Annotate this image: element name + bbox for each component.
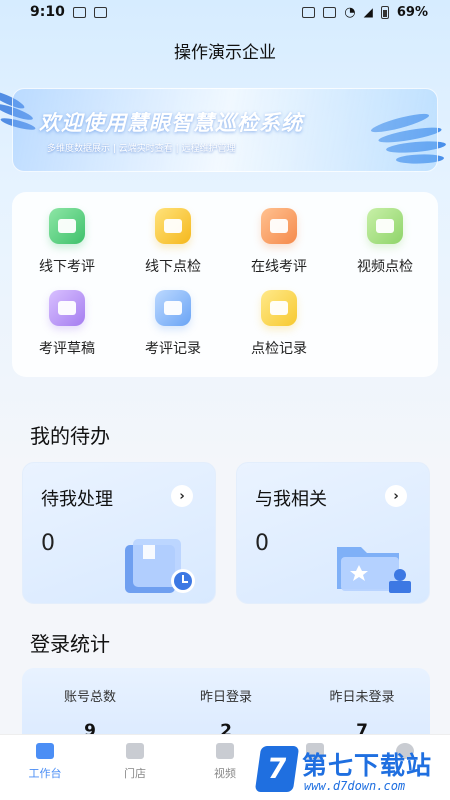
function-video-inspection[interactable]: 视频点检 [340,208,430,278]
nav-label: 工作台 [28,767,62,780]
video-play-icon [367,208,403,244]
folder-clock-icon [125,539,195,593]
todo-count: 0 [255,531,269,556]
nav-label: 门店 [124,767,146,780]
stat-not-logged-in-yesterday[interactable]: 昨日未登录 7 [294,686,430,741]
function-online-evaluation[interactable]: 在线考评 [234,208,324,278]
video-icon [216,743,234,759]
nav-item-workbench[interactable]: 工作台 [10,743,80,781]
todo-card-title: 待我处理 [41,489,113,510]
signal-icon: ◢ [363,5,373,19]
function-evaluation-records[interactable]: 考评记录 [128,290,218,360]
nfc-icon [302,6,316,18]
video-camera-icon [261,208,297,244]
nav-item-video[interactable]: 视频 [190,743,260,781]
login-stats-title: 登录统计 [30,632,110,656]
battery-level: 69% [396,4,428,20]
stat-logged-in-yesterday[interactable]: 昨日登录 2 [158,686,294,741]
function-evaluation-draft[interactable]: 考评草稿 [22,290,112,360]
stat-label: 昨日未登录 [329,690,395,705]
function-label: 线下考评 [39,259,95,275]
todo-section-title: 我的待办 [30,424,110,448]
store-icon [155,208,191,244]
notification-icon [72,6,86,18]
watermark: 7 第七下载站 www.d7down.com [254,746,448,798]
todo-card-pending[interactable]: 待我处理 › 0 [22,462,216,604]
function-label: 点检记录 [251,341,307,357]
function-label: 考评记录 [145,341,201,357]
watermark-text: 第七下载站 [302,751,433,780]
status-bar: 9:10 ◔ ◢ 69% [0,0,450,24]
status-time: 9:10 [30,4,65,20]
image-icon [93,6,107,18]
function-inspection-records[interactable]: 点检记录 [234,290,324,360]
banner-subtitle: 多维度数据展示 | 云端实时查看 | 远程维护管理 [47,144,236,154]
watermark-url: www.d7down.com [304,779,406,793]
vibrate-icon [323,6,337,18]
edit-record-icon [155,290,191,326]
stat-label: 账号总数 [63,690,116,705]
function-offline-inspection[interactable]: 线下点检 [128,208,218,278]
function-label: 在线考评 [251,259,307,275]
draft-box-icon [49,290,85,326]
stat-total-accounts[interactable]: 账号总数 9 [22,686,158,741]
watermark-badge: 7 [254,746,300,792]
nav-item-store[interactable]: 门店 [100,743,170,781]
todo-card-related[interactable]: 与我相关 › 0 [236,462,430,604]
chevron-right-icon[interactable]: › [385,485,407,507]
function-offline-evaluation[interactable]: 线下考评 [22,208,112,278]
wifi-icon: ◔ [344,4,356,20]
record-list-icon [261,290,297,326]
function-grid: 线下考评 线下点检 在线考评 视频点检 考评草稿 考评记录 点检记录 [12,192,438,377]
welcome-banner[interactable]: 欢迎使用慧眼智慧巡检系统 多维度数据展示 | 云端实时查看 | 远程维护管理 [12,88,438,172]
stat-label: 昨日登录 [199,690,252,705]
workbench-icon [36,743,54,759]
folder-star-icon [337,547,411,593]
store-icon [126,743,144,759]
todo-count: 0 [41,531,55,556]
banner-title: 欢迎使用慧眼智慧巡检系统 [39,111,303,135]
chevron-right-icon[interactable]: › [171,485,193,507]
function-label: 线下点检 [145,259,201,275]
checklist-icon [49,208,85,244]
battery-icon [380,5,389,19]
function-label: 考评草稿 [39,341,95,357]
function-label: 视频点检 [357,259,413,275]
page-title[interactable]: 操作演示企业 [0,38,450,63]
todo-card-title: 与我相关 [255,489,327,510]
nav-label: 视频 [214,767,236,780]
